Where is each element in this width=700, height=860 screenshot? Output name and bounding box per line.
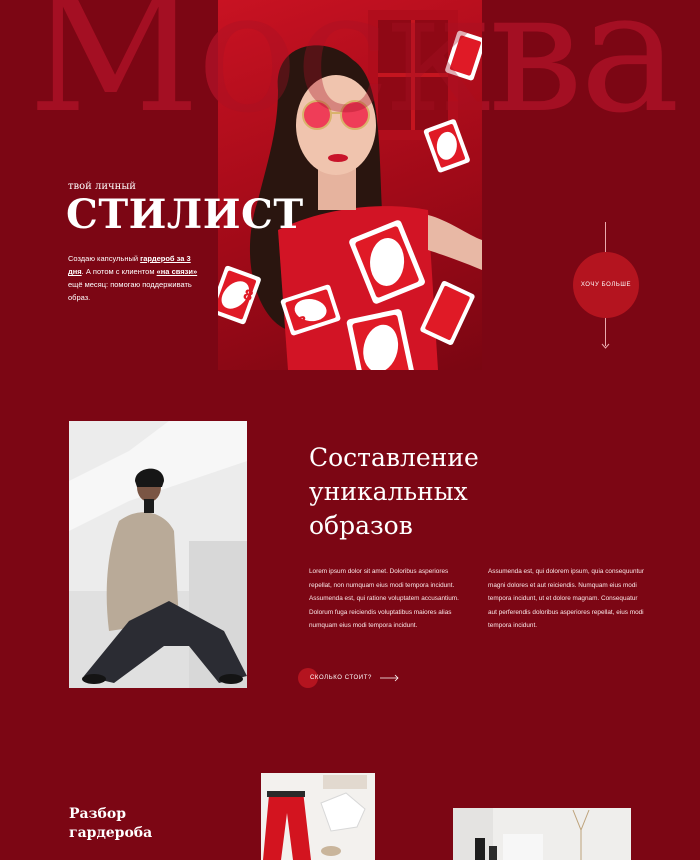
wardrobe-room-photo	[453, 808, 631, 860]
more-button[interactable]: ХОЧУ БОЛЬШЕ	[573, 252, 639, 318]
section-text-column: Assumenda est, qui dolorem ipsum, quia c…	[488, 568, 644, 629]
arrow-down-icon	[601, 343, 610, 349]
wardrobe-review-title: Разбор гардероба	[69, 806, 153, 841]
section-text-column: Lorem ipsum dolor sit amet. Doloribus as…	[309, 568, 459, 629]
section-title: Составление уникальных образов	[309, 443, 479, 540]
wardrobe-clothes-photo	[261, 773, 375, 860]
price-button-label: СКОЛЬКО СТОИТ?	[310, 675, 372, 681]
background-city-word-overlay: Москва	[28, 0, 680, 150]
arrow-right-icon	[379, 674, 399, 682]
hero-description: Создаю капсульный гардероб за 3 дня. А п…	[68, 254, 198, 302]
styled-look-photo	[69, 421, 247, 688]
more-button-label: ХОЧУ БОЛЬШЕ	[580, 282, 632, 288]
price-button[interactable]: СКОЛЬКО СТОИТ?	[298, 668, 400, 688]
in-touch-link[interactable]: «на связи»	[157, 267, 198, 276]
hero-title: СТИЛИСТ	[66, 191, 304, 238]
